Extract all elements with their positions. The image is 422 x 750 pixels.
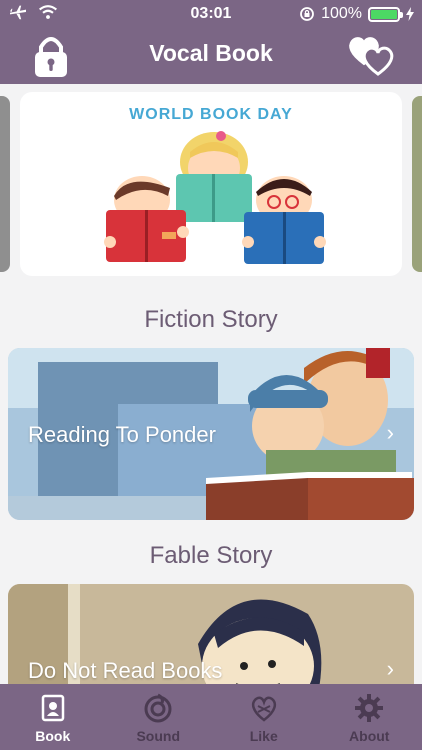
sound-icon	[144, 693, 172, 723]
banner-carousel[interactable]: WORLD BOOK DAY	[0, 92, 422, 276]
section-title-fiction: Fiction Story	[144, 306, 278, 333]
battery-icon	[368, 6, 403, 22]
chevron-right-icon: ›	[386, 420, 394, 445]
carousel-next-peek[interactable]	[412, 96, 422, 272]
charging-bolt-icon	[406, 7, 414, 21]
tab-label: About	[349, 728, 390, 744]
gear-icon	[355, 694, 384, 722]
tab-about[interactable]: About	[317, 684, 422, 750]
section-title-fable: Fable Story	[149, 542, 273, 569]
tab-label: Like	[249, 728, 278, 744]
book-icon	[41, 694, 64, 722]
header: 03:01 100% Vocal Book	[0, 0, 422, 84]
chevron-right-icon: ›	[386, 656, 394, 681]
kids-reading-illustration	[104, 131, 326, 264]
tab-like[interactable]: Like	[211, 684, 317, 750]
hearts-icon	[349, 37, 394, 76]
story-card-reading-to-ponder[interactable]: Reading To Ponder ›	[8, 348, 414, 520]
tab-label: Sound	[136, 728, 181, 744]
tab-label: Book	[35, 728, 71, 744]
story-card-label: Do Not Read Books	[28, 658, 223, 683]
status-bar: 03:01 100%	[0, 0, 422, 30]
tab-sound[interactable]: Sound	[106, 684, 212, 750]
story-card-label: Reading To Ponder	[28, 422, 216, 447]
tab-bar: Book Sound Like About	[0, 684, 422, 750]
tab-book[interactable]: Book	[0, 684, 106, 750]
banner-world-book-day[interactable]: WORLD BOOK DAY	[20, 92, 402, 276]
like-icon	[251, 696, 276, 722]
favorites-button[interactable]	[346, 34, 398, 76]
rotation-lock-icon	[300, 7, 314, 21]
carousel-prev-peek[interactable]	[0, 96, 10, 272]
battery-percent: 100%	[321, 5, 362, 22]
